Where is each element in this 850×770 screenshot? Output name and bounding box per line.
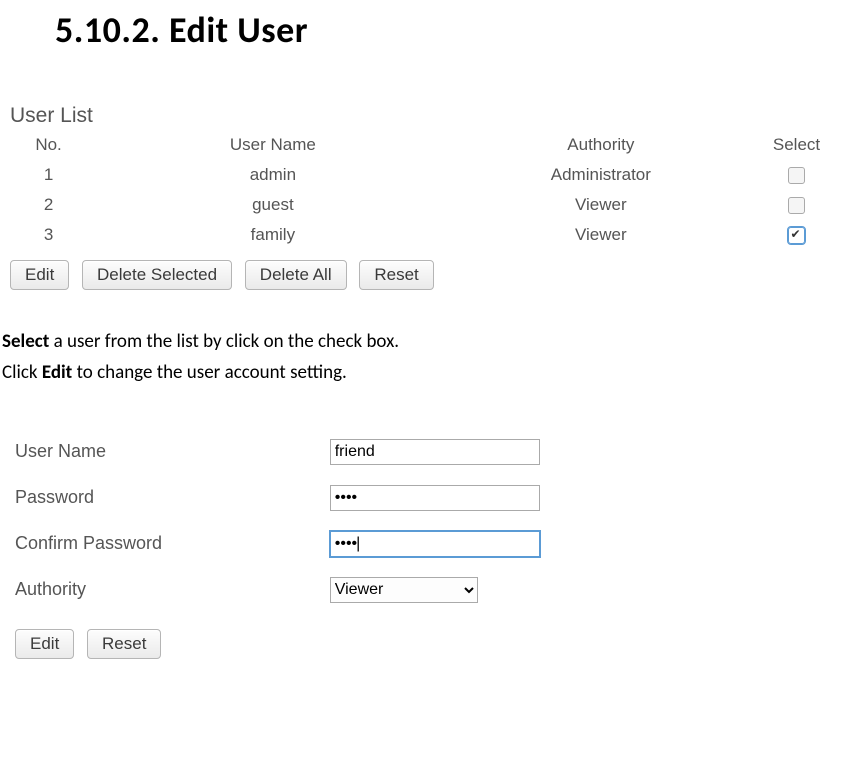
form-edit-button[interactable]: Edit: [15, 629, 74, 659]
cell-username: guest: [87, 190, 459, 220]
cell-username: family: [87, 220, 459, 250]
select-checkbox[interactable]: [788, 197, 805, 214]
cell-authority: Viewer: [459, 190, 743, 220]
page-heading: 5.10.2. Edit User: [0, 8, 850, 52]
col-header-authority: Authority: [459, 130, 743, 160]
instruction-text: to change the user account setting.: [72, 361, 347, 384]
delete-selected-button[interactable]: Delete Selected: [82, 260, 232, 290]
col-header-username: User Name: [87, 130, 459, 160]
table-header-row: No. User Name Authority Select: [10, 130, 850, 160]
confirm-password-label: Confirm Password: [15, 533, 325, 554]
table-row: 3 family Viewer: [10, 220, 850, 250]
authority-label: Authority: [15, 579, 325, 600]
reset-button[interactable]: Reset: [359, 260, 433, 290]
edit-user-form: User Name Password Confirm Password ••••…: [15, 439, 850, 659]
delete-all-button[interactable]: Delete All: [245, 260, 347, 290]
instruction-line: Click Edit to change the user account se…: [2, 357, 850, 388]
form-button-row: Edit Reset: [15, 629, 850, 659]
col-header-select: Select: [743, 130, 850, 160]
username-input[interactable]: [330, 439, 540, 465]
col-header-no: No.: [10, 130, 87, 160]
table-row: 2 guest Viewer: [10, 190, 850, 220]
password-input[interactable]: [330, 485, 540, 511]
instruction-line: Select a user from the list by click on …: [2, 326, 850, 357]
authority-select[interactable]: Viewer: [330, 577, 478, 603]
confirm-password-input[interactable]: ••••: [330, 531, 540, 557]
password-label: Password: [15, 487, 325, 508]
instruction-text: a user from the list by click on the che…: [49, 330, 399, 353]
select-checkbox[interactable]: [788, 227, 805, 244]
cell-no: 3: [10, 220, 87, 250]
table-row: 1 admin Administrator: [10, 160, 850, 190]
username-label: User Name: [15, 441, 325, 462]
instruction-bold: Edit: [42, 361, 72, 384]
cell-authority: Viewer: [459, 220, 743, 250]
instruction-block: Select a user from the list by click on …: [2, 326, 850, 389]
cell-no: 1: [10, 160, 87, 190]
cell-authority: Administrator: [459, 160, 743, 190]
user-list-table: No. User Name Authority Select 1 admin A…: [10, 130, 850, 250]
instruction-bold: Select: [2, 330, 49, 353]
instruction-text: Click: [2, 361, 42, 384]
user-list-title: User List: [0, 104, 850, 130]
form-reset-button[interactable]: Reset: [87, 629, 161, 659]
edit-button[interactable]: Edit: [10, 260, 69, 290]
cell-no: 2: [10, 190, 87, 220]
cell-username: admin: [87, 160, 459, 190]
list-button-row: Edit Delete Selected Delete All Reset: [10, 260, 850, 290]
select-checkbox[interactable]: [788, 167, 805, 184]
